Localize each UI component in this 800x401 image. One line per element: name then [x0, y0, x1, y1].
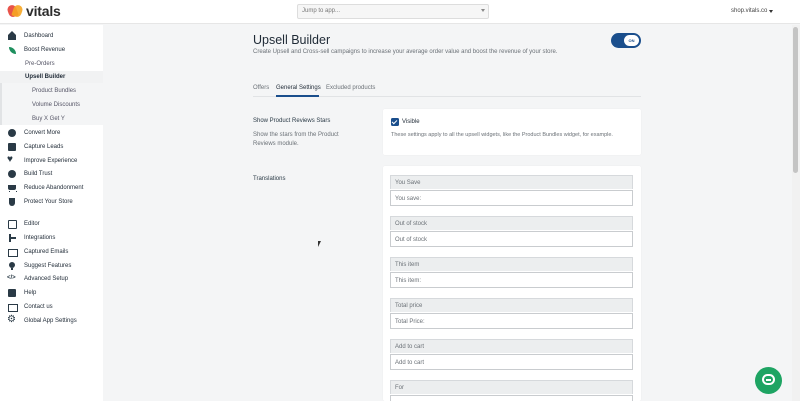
- sidebar-item-buy-x-get-y[interactable]: Buy X Get Y: [0, 113, 103, 125]
- heart-icon: [7, 154, 16, 165]
- sidebar-item-label: Suggest Features: [24, 263, 72, 269]
- sidebar-item-label: Editor: [24, 221, 40, 227]
- convert-icon: [8, 129, 16, 137]
- sidebar-item-protect-your-store[interactable]: Protect Your Store: [0, 196, 103, 208]
- brand-name: vitals: [26, 3, 61, 19]
- toggle-knob: ON: [624, 35, 639, 46]
- reviews-section-help: Show the stars from the Product Reviews …: [253, 132, 339, 147]
- sidebar-item-reduce-abandonment[interactable]: Reduce Abandonment: [0, 182, 103, 194]
- sidebar-item-editor[interactable]: Editor: [0, 218, 103, 230]
- sidebar-item-label: Captured Emails: [24, 249, 69, 255]
- chat-button[interactable]: [755, 367, 782, 394]
- sidebar-item-global-app-settings[interactable]: Global App Settings: [0, 314, 103, 327]
- sidebar-item-label: Global App Settings: [24, 318, 77, 324]
- rocket-icon: [8, 46, 16, 54]
- total-price-input[interactable]: Total Price:: [390, 313, 633, 329]
- this-item-input[interactable]: This item:: [390, 272, 633, 288]
- sidebar-item-contact-us[interactable]: Contact us: [0, 301, 103, 313]
- vitals-logo-icon: [8, 4, 22, 18]
- page-title: Upsell Builder: [253, 33, 331, 47]
- gear-icon: [7, 314, 16, 325]
- sidebar-item-label: Convert More: [24, 130, 61, 136]
- trust-badge-icon: [8, 170, 16, 178]
- visible-checkbox-help: These settings apply to all the upsell w…: [391, 132, 613, 138]
- sidebar-item-improve-experience[interactable]: Improve Experience: [0, 154, 103, 167]
- add-to-cart-label: Add to cart: [390, 339, 633, 353]
- home-icon: [8, 31, 16, 40]
- mouse-cursor-icon: [318, 241, 321, 247]
- top-bar: vitals Jump to app... shop.vitals.co: [0, 0, 800, 24]
- sidebar-item-label: Dashboard: [24, 33, 54, 39]
- sidebar-item-label: Reduce Abandonment: [24, 185, 84, 191]
- sidebar-item-label: Improve Experience: [24, 158, 78, 164]
- out-of-stock-input[interactable]: Out of stock: [390, 231, 633, 247]
- envelope-icon: [8, 303, 18, 312]
- sidebar-item-label: Advanced Setup: [24, 276, 69, 282]
- shield-icon: [8, 198, 16, 206]
- cart-icon: [8, 184, 17, 192]
- sidebar-item-suggest-features[interactable]: Suggest Features: [0, 260, 103, 272]
- sidebar-item-help[interactable]: Help: [0, 287, 103, 299]
- sidebar-item-captured-emails[interactable]: Captured Emails: [0, 246, 103, 258]
- scrollbar-thumb[interactable]: [793, 27, 798, 173]
- sidebar-item-label: Pre-Orders: [25, 61, 55, 67]
- page-scrollbar[interactable]: [792, 25, 800, 401]
- sidebar-item-label: Upsell Builder: [25, 74, 66, 80]
- you-save-input[interactable]: You save:: [390, 190, 633, 206]
- sidebar-item-label: Build Trust: [24, 171, 53, 177]
- total-price-label: Total price: [390, 298, 633, 312]
- sidebar-item-advanced-setup[interactable]: Advanced Setup: [0, 273, 103, 285]
- app-enable-toggle[interactable]: ON: [611, 33, 641, 48]
- jump-placeholder: Jump to app...: [302, 8, 341, 14]
- leads-icon: [8, 143, 16, 151]
- sidebar-item-integrations[interactable]: Integrations: [0, 232, 103, 244]
- out-of-stock-label: Out of stock: [390, 216, 633, 230]
- page-subtitle: Create Upsell and Cross-sell campaigns t…: [253, 49, 558, 55]
- sidebar-item-build-trust[interactable]: Build Trust: [0, 168, 103, 180]
- sidebar-item-product-bundles[interactable]: Product Bundles: [0, 85, 103, 97]
- sidebar-item-label: Product Bundles: [32, 88, 77, 94]
- lightbulb-icon: [8, 262, 16, 270]
- add-to-cart-input[interactable]: Add to cart: [390, 354, 633, 370]
- reviews-section-title: Show Product Reviews Stars: [253, 118, 331, 124]
- sidebar-item-label: Boost Revenue: [24, 47, 66, 53]
- sidebar-item-label: Help: [24, 290, 37, 296]
- this-item-label: This item: [390, 257, 633, 271]
- sidebar-item-volume-discounts[interactable]: Volume Discounts: [0, 99, 103, 111]
- vitals-logo[interactable]: vitals: [8, 3, 61, 19]
- help-icon: [8, 289, 16, 297]
- you-save-label: You Save: [390, 175, 633, 189]
- sidebar-item-label: Buy X Get Y: [32, 116, 65, 122]
- sidebar-item-pre-orders[interactable]: Pre-Orders: [0, 58, 103, 70]
- jump-to-app-select[interactable]: Jump to app...: [297, 4, 489, 19]
- edit-icon: [8, 220, 17, 229]
- mail-icon: [8, 248, 18, 257]
- sidebar-item-upsell-builder[interactable]: Upsell Builder: [0, 71, 103, 83]
- shop-caret-icon[interactable]: [769, 10, 773, 13]
- integrations-icon: [8, 234, 16, 242]
- chevron-down-icon: [481, 9, 485, 12]
- sidebar-item-label: Integrations: [24, 235, 56, 241]
- tab-excluded-products[interactable]: Excluded products: [326, 85, 375, 91]
- sidebar-item-boost-revenue[interactable]: Boost Revenue: [0, 44, 103, 56]
- shop-menu[interactable]: shop.vitals.co: [731, 8, 767, 14]
- sidebar-item-label: Volume Discounts: [32, 102, 81, 108]
- tab-general-settings[interactable]: General Settings: [276, 85, 321, 91]
- active-tab-indicator: [276, 95, 319, 97]
- for-label: For: [390, 380, 633, 394]
- sidebar-item-convert-more[interactable]: Convert More: [0, 127, 103, 139]
- code-icon: [7, 275, 16, 283]
- sidebar-item-label: Capture Leads: [24, 144, 64, 150]
- visible-checkbox-label[interactable]: Visible: [402, 119, 420, 125]
- sidebar-item-capture-leads[interactable]: Capture Leads: [0, 141, 103, 153]
- sidebar-item-dashboard[interactable]: Dashboard: [0, 30, 103, 42]
- translations-section-title: Translations: [253, 176, 286, 182]
- sidebar-item-label: Protect Your Store: [24, 199, 73, 205]
- sidebar: Dashboard Boost Revenue Pre-Orders Upsel…: [0, 25, 103, 401]
- tab-offers[interactable]: Offers: [253, 85, 269, 91]
- for-input[interactable]: [390, 395, 633, 401]
- visible-checkbox[interactable]: [391, 118, 399, 126]
- sidebar-item-label: Contact us: [24, 304, 53, 310]
